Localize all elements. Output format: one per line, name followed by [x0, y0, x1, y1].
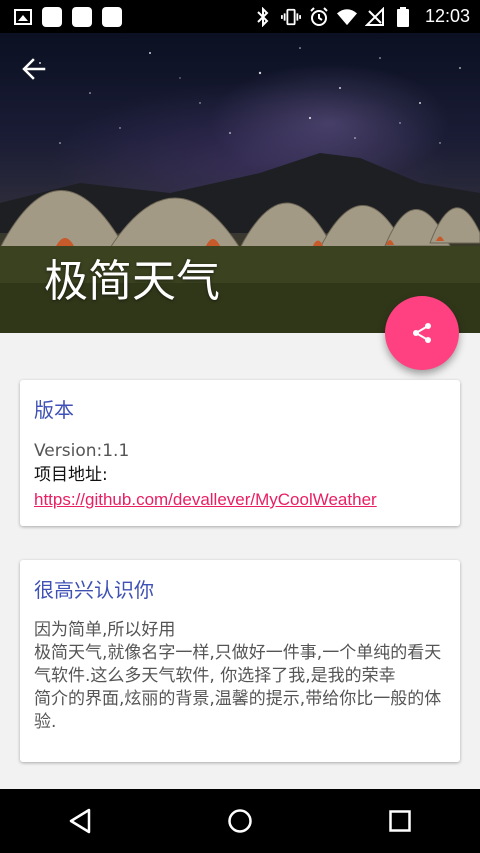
- header-image: 极简天气: [0, 33, 480, 333]
- version-card: 版本 Version:1.1 项目地址: https://github.com/…: [20, 380, 460, 526]
- square-icon: [42, 6, 62, 27]
- square-recents-icon: [389, 810, 411, 832]
- square-icon: [102, 6, 122, 27]
- nav-home-button[interactable]: [220, 801, 260, 841]
- intro-card-title: 很高兴认识你: [34, 578, 154, 602]
- back-button[interactable]: [20, 55, 56, 83]
- arrow-back-icon: [22, 58, 46, 80]
- page-title: 极简天气: [44, 256, 220, 307]
- version-card-title: 版本: [34, 398, 74, 422]
- status-bar: 12:03: [0, 0, 480, 33]
- circle-home-icon: [228, 809, 252, 833]
- share-button[interactable]: [385, 296, 459, 370]
- navigation-bar: [0, 789, 480, 853]
- battery-icon: [393, 6, 413, 27]
- project-url-link[interactable]: https://github.com/devallever/MyCoolWeat…: [34, 487, 446, 513]
- bluetooth-icon: [253, 6, 273, 27]
- image-icon: [14, 8, 32, 25]
- status-time: 12:03: [424, 6, 470, 26]
- intro-body-text: 因为简单,所以好用 极简天气,就像名字一样,只做好一件事,一个单纯的看天气软件.…: [34, 620, 442, 732]
- version-text: Version:1.1: [34, 441, 130, 461]
- no-signal-icon: [364, 6, 385, 27]
- share-icon: [413, 323, 431, 343]
- square-icon: [72, 6, 92, 27]
- intro-card: 很高兴认识你 因为简单,所以好用 极简天气,就像名字一样,只做好一件事,一个单纯…: [20, 560, 460, 762]
- vibrate-icon: [280, 7, 301, 27]
- project-address-label: 项目地址:: [34, 465, 108, 485]
- nav-recents-button[interactable]: [380, 801, 420, 841]
- wifi-icon: [336, 7, 357, 27]
- nav-back-button[interactable]: [60, 801, 100, 841]
- triangle-back-icon: [69, 808, 91, 834]
- alarm-icon: [309, 6, 329, 27]
